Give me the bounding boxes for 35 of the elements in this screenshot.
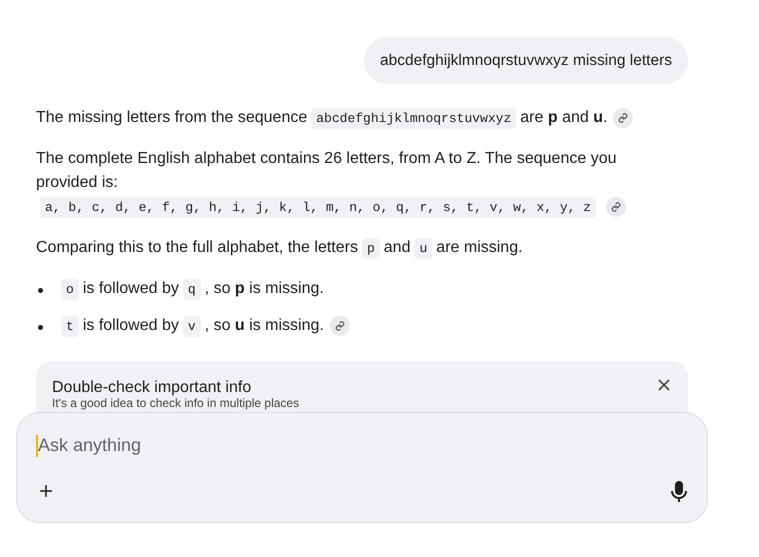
- link-icon: [334, 320, 345, 331]
- inline-code: p: [362, 238, 380, 259]
- notice-text: It's a good idea to check info in multiple places: [52, 397, 300, 410]
- source-link-button[interactable]: [330, 316, 350, 336]
- link-icon: [618, 112, 628, 123]
- text: is followed by: [82, 280, 179, 297]
- inline-code: u: [414, 238, 432, 259]
- inline-code: abcdefghijklmnoqrstuvwxyz: [311, 108, 516, 129]
- text: , so p is missing.: [204, 280, 324, 297]
- text: The complete English alphabet contains 26 letters, from A to Z. The sequence you: [36, 150, 616, 167]
- inline-code: o: [61, 279, 79, 300]
- text: is followed by: [82, 317, 179, 334]
- inline-code: v: [182, 316, 201, 337]
- inline-code: q: [182, 279, 201, 300]
- text: are missing.: [436, 239, 523, 256]
- user-message: abcdefghijklmnoqrstuvwxyz missing letters: [364, 37, 688, 84]
- notice-title: Double-check important info: [52, 378, 252, 398]
- source-link-button[interactable]: [613, 108, 634, 128]
- text: The missing letters from the sequence: [36, 109, 308, 126]
- bullet-icon: [38, 288, 43, 293]
- text: are p and u.: [520, 109, 608, 126]
- add-button[interactable]: +: [36, 480, 56, 504]
- text: and: [384, 239, 410, 256]
- text: Comparing this to the full alphabet, the letters: [36, 239, 358, 256]
- message-input[interactable]: Ask anything: [38, 432, 638, 459]
- link-icon: [611, 202, 622, 212]
- microphone-icon[interactable]: [670, 481, 688, 503]
- source-link-button[interactable]: [606, 196, 626, 217]
- text: provided is:: [36, 174, 118, 191]
- text: , so u is missing.: [204, 317, 324, 334]
- inline-code: t: [61, 316, 79, 337]
- bullet-icon: [38, 325, 43, 330]
- close-icon: [658, 379, 670, 391]
- inline-code: a, b, c, d, e, f, g, h, i, j, k, l, m, n, o, q, r, s, t, v, w, x, y, z: [40, 197, 596, 218]
- close-button[interactable]: [656, 377, 672, 393]
